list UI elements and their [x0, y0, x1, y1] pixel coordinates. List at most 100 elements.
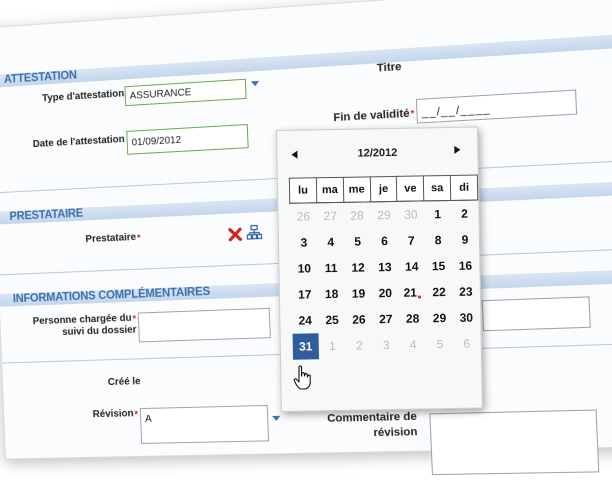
cree-le-label: Créé le	[107, 376, 141, 389]
weekday-header: lu	[289, 177, 317, 204]
calendar-day[interactable]: 14	[398, 253, 425, 279]
date-attestation-input[interactable]: 01/09/2012	[126, 124, 249, 155]
type-attestation-select[interactable]: ASSURANCE	[124, 78, 247, 107]
calendar-day[interactable]: 30	[397, 201, 424, 228]
titre-label: Titre	[376, 60, 402, 75]
calendar-day-number: 26	[352, 312, 366, 327]
calendar-day[interactable]: 1	[424, 200, 451, 227]
calendar-grid: lu ma me je ve sa di 26 27 28 29 30 1 2 3 4 5 6 7 8 9 10 11 12…	[289, 174, 481, 360]
calendar-day[interactable]: 29	[426, 305, 453, 331]
hierarchy-icon[interactable]	[246, 224, 263, 246]
weekday-header: ma	[316, 177, 344, 203]
calendar-day[interactable]: 23	[452, 278, 479, 304]
calendar-day[interactable]: 25	[318, 307, 345, 333]
calendar-day[interactable]: 21	[399, 279, 426, 305]
arrow-right-icon[interactable]	[454, 145, 461, 154]
calendar-day[interactable]: 24	[292, 307, 319, 333]
calendar-week: 24 25 26 27 28 29 30	[292, 304, 480, 333]
calendar-day-number: 6	[463, 336, 471, 351]
fin-validite-label: Fin de validité*	[306, 107, 414, 125]
personne-chargee-label-2: suivi du dossier	[62, 324, 137, 338]
calendar-day[interactable]: 16	[452, 252, 479, 278]
calendar-day-number: 31	[298, 339, 313, 354]
personne-chargee-label: Personne chargée du* suivi du dossier	[16, 313, 137, 341]
calendar-day[interactable]: 3	[290, 229, 317, 255]
revision-label: Révision*	[71, 408, 139, 421]
calendar-day[interactable]: 13	[371, 254, 398, 280]
fin-validite-input[interactable]: __/__/____	[415, 89, 578, 124]
calendar-day-number: 1	[434, 207, 442, 222]
calendar-day-number: 13	[378, 260, 392, 275]
calendar-day[interactable]: 26	[290, 203, 317, 230]
calendar-day-number: 23	[459, 284, 473, 299]
secondary-input[interactable]	[481, 296, 591, 332]
calendar-day[interactable]: 7	[398, 227, 425, 253]
calendar-week: 17 18 19 20 21 22 23	[291, 278, 479, 307]
calendar-day-number: 11	[324, 260, 338, 276]
calendar-day-number: 30	[404, 207, 418, 222]
commentaire-revision-textarea[interactable]	[429, 409, 600, 476]
calendar-day-number: 7	[407, 233, 415, 248]
weekday-header: je	[369, 176, 398, 202]
calendar-day[interactable]: 28	[399, 305, 426, 331]
calendar-day-number: 18	[324, 286, 339, 302]
chevron-down-icon[interactable]	[272, 415, 281, 422]
calendar-day[interactable]: 29	[370, 201, 397, 228]
calendar-day[interactable]: 3	[373, 332, 400, 358]
calendar-day[interactable]: 1	[319, 333, 346, 359]
fin-validite-label-text: Fin de validité	[333, 107, 410, 125]
chevron-down-icon[interactable]	[250, 80, 260, 87]
calendar-day[interactable]: 30	[453, 304, 480, 330]
calendar-day[interactable]: 4	[317, 229, 344, 255]
calendar-day[interactable]: 22	[425, 279, 452, 305]
calendar-day[interactable]: 27	[372, 306, 399, 332]
calendar-week: 3 4 5 6 7 8 9	[290, 226, 478, 255]
calendar-day[interactable]: 6	[371, 228, 398, 254]
commentaire-revision-label-2: révision	[373, 425, 418, 440]
calendar-day[interactable]: 10	[291, 255, 318, 281]
prestataire-label-text: Prestataire	[85, 231, 137, 246]
calendar-day[interactable]: 2	[451, 200, 478, 227]
calendar-day[interactable]: 5	[426, 331, 453, 357]
calendar-day[interactable]: 4	[399, 331, 426, 357]
calendar-day-number: 29	[377, 208, 391, 223]
calendar-day-number: 24	[298, 313, 313, 328]
calendar-day[interactable]: 19	[345, 280, 372, 306]
calendar-week: 10 11 12 13 14 15 16	[291, 252, 479, 281]
event-marker	[417, 295, 421, 299]
calendar-day[interactable]: 5	[344, 228, 371, 254]
calendar-day-number: 5	[354, 234, 362, 249]
calendar-day[interactable]: 8	[425, 227, 452, 253]
calendar-day[interactable]: 15	[425, 253, 452, 279]
calendar-day[interactable]: 18	[318, 281, 345, 307]
hand-pointer-icon	[293, 365, 313, 396]
calendar-day-number: 30	[459, 310, 474, 325]
calendar-day[interactable]: 27	[317, 202, 344, 229]
calendar-day-number: 14	[404, 259, 419, 274]
required-mark: *	[136, 232, 141, 243]
calendar-day[interactable]: 20	[372, 280, 399, 306]
calendar-day[interactable]: 17	[291, 281, 318, 307]
close-icon[interactable]	[228, 227, 243, 247]
calendar-day[interactable]: 12	[344, 254, 371, 280]
calendar-day[interactable]: 26	[345, 306, 372, 332]
calendar-day-number: 4	[327, 235, 335, 250]
required-mark: *	[132, 313, 137, 324]
calendar-day-number: 2	[355, 338, 363, 353]
calendar-day[interactable]: 6	[453, 330, 480, 356]
calendar-day-selected[interactable]: 31	[292, 333, 320, 360]
calendar-day-number: 10	[297, 261, 312, 276]
calendar-day-number: 8	[434, 233, 442, 248]
calendar-day-number: 25	[325, 312, 339, 328]
calendar-day-number: 27	[379, 311, 393, 327]
calendar-day-number: 6	[381, 234, 388, 249]
calendar-day[interactable]: 9	[451, 226, 478, 252]
revision-select[interactable]: A	[139, 404, 270, 444]
calendar-day-number: 20	[378, 286, 393, 301]
calendar-day[interactable]: 2	[346, 332, 373, 358]
type-attestation-label-text: Type d'attestation	[41, 88, 125, 105]
calendar-day-number: 15	[431, 259, 446, 274]
calendar-day[interactable]: 28	[343, 202, 370, 229]
personne-chargee-input[interactable]	[137, 307, 271, 343]
calendar-day[interactable]: 11	[318, 255, 345, 281]
